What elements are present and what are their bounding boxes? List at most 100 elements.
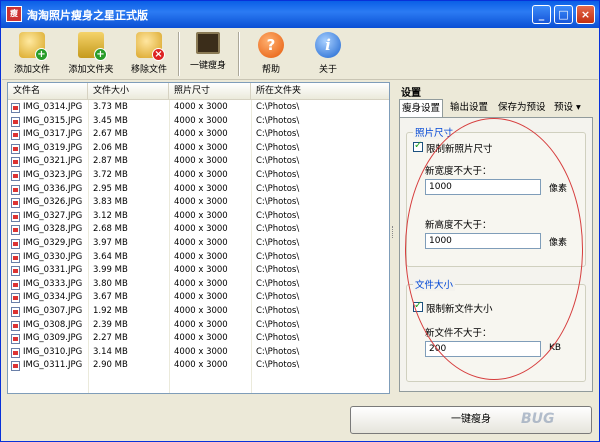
table-row[interactable]: IMG_0319.JPG 2.06 MB 4000 x 3000 C:\Photos\ [8, 142, 389, 156]
add-file-button[interactable]: + 添加文件 [10, 32, 54, 78]
table-row[interactable]: IMG_0308.JPG 2.39 MB 4000 x 3000 C:\Photos\ [8, 319, 389, 333]
height-label: 新高度不大于： [425, 220, 492, 231]
toolbar: + 添加文件 + 添加文件夹 × 移除文件 一键瘦身 ? 帮助 i 关于 [2, 28, 598, 80]
remove-file-button[interactable]: × 移除文件 [127, 32, 171, 78]
app-logo-icon: 瘦 [6, 6, 22, 22]
file-size-cell: 3.99 MB [93, 265, 128, 276]
tab-output-settings[interactable]: 输出设置 [448, 99, 490, 117]
file-name-cell: IMG_0326.JPG [23, 197, 83, 208]
limit-photo-size-label[interactable]: 限制新照片尺寸 [426, 141, 493, 155]
add-file-label: 添加文件 [13, 65, 50, 75]
table-row[interactable]: IMG_0329.JPG 3.97 MB 4000 x 3000 C:\Photos\ [8, 237, 389, 251]
file-size-unit: KB [549, 343, 562, 353]
file-name-cell: IMG_0319.JPG [23, 142, 83, 153]
folder-cell: C:\Photos\ [256, 197, 300, 208]
slim-icon [196, 32, 220, 54]
slim-button[interactable]: 一键瘦身 [186, 32, 230, 78]
file-name-cell: IMG_0314.JPG [23, 102, 83, 112]
photo-dimensions-cell: 4000 x 3000 [174, 319, 228, 330]
file-list[interactable]: 文件名 文件大小 照片尺寸 所在文件夹 IMG_0314.JPG 3.73 MB 4… [7, 82, 390, 394]
maximize-button[interactable]: □ [554, 5, 573, 24]
column-header-dimensions[interactable]: 照片尺寸 [169, 83, 251, 100]
column-header-name[interactable]: 文件名 [8, 83, 88, 100]
folder-cell: C:\Photos\ [256, 278, 300, 289]
table-row[interactable]: IMG_0307.JPG 1.92 MB 4000 x 3000 C:\Photos\ [8, 305, 389, 319]
table-row[interactable]: IMG_0314.JPG 3.73 MB 4000 x 3000 C:\Photos\ [8, 101, 389, 115]
about-button[interactable]: i 关于 [311, 32, 345, 78]
photo-dimensions-cell: 4000 x 3000 [174, 360, 228, 371]
jpg-file-icon [11, 334, 20, 345]
table-row[interactable]: IMG_0330.JPG 3.64 MB 4000 x 3000 C:\Photos\ [8, 251, 389, 265]
table-row[interactable]: IMG_0321.JPG 2.87 MB 4000 x 3000 C:\Photos\ [8, 155, 389, 169]
photo-dimensions-cell: 4000 x 3000 [174, 346, 228, 357]
file-size-cell: 3.67 MB [93, 292, 128, 303]
table-row[interactable]: IMG_0323.JPG 3.72 MB 4000 x 3000 C:\Photos\ [8, 169, 389, 183]
jpg-file-icon [11, 130, 20, 141]
column-header-size[interactable]: 文件大小 [88, 83, 169, 100]
folder-cell: C:\Photos\ [256, 265, 300, 276]
photo-dimensions-cell: 4000 x 3000 [174, 197, 228, 208]
file-size-cell: 2.68 MB [93, 224, 128, 235]
table-row[interactable]: IMG_0317.JPG 2.67 MB 4000 x 3000 C:\Photos\ [8, 128, 389, 142]
photo-dimensions-cell: 4000 x 3000 [174, 156, 228, 167]
folder-cell: C:\Photos\ [256, 156, 300, 167]
settings-title: 设置 [401, 88, 421, 99]
help-icon: ? [258, 32, 284, 58]
folder-cell: C:\Photos\ [256, 238, 300, 248]
minimize-button[interactable]: _ [532, 5, 551, 24]
folder-cell: C:\Photos\ [256, 306, 300, 316]
file-size-cell: 2.06 MB [93, 142, 128, 153]
table-row[interactable]: IMG_0334.JPG 3.67 MB 4000 x 3000 C:\Photos\ [8, 291, 389, 305]
file-name-cell: IMG_0311.JPG [23, 360, 83, 371]
file-size-cell: 3.83 MB [93, 197, 128, 208]
table-row[interactable]: IMG_0331.JPG 3.99 MB 4000 x 3000 C:\Photos\ [8, 264, 389, 278]
file-size-input[interactable]: 200 [425, 341, 541, 357]
toolbar-separator [238, 32, 240, 76]
table-row[interactable]: IMG_0326.JPG 3.83 MB 4000 x 3000 C:\Photos\ [8, 196, 389, 210]
folder-cell: C:\Photos\ [256, 251, 300, 262]
jpg-file-icon [11, 157, 20, 168]
table-row[interactable]: IMG_0311.JPG 2.90 MB 4000 x 3000 C:\Photos\ [8, 359, 389, 373]
limit-file-size-checkbox[interactable] [413, 300, 423, 312]
folder-cell: C:\Photos\ [256, 346, 300, 357]
jpg-file-icon [11, 239, 20, 249]
limit-file-size-label[interactable]: 限制新文件大小 [426, 301, 493, 315]
table-row[interactable]: IMG_0309.JPG 2.27 MB 4000 x 3000 C:\Photos\ [8, 332, 389, 346]
column-header-folder[interactable]: 所在文件夹 [251, 83, 389, 100]
title-bar[interactable]: 瘦 淘淘照片瘦身之星正式版 _ □ × [1, 1, 599, 28]
jpg-file-icon [11, 347, 20, 358]
table-row[interactable]: IMG_0315.JPG 3.45 MB 4000 x 3000 C:\Photos\ [8, 115, 389, 129]
jpg-file-icon [11, 116, 20, 127]
remove-file-label: 移除文件 [130, 65, 167, 75]
tab-save-preset[interactable]: 保存为预设 [496, 99, 548, 117]
photo-dimensions-cell: 4000 x 3000 [174, 102, 228, 112]
table-row[interactable]: IMG_0333.JPG 3.80 MB 4000 x 3000 C:\Photos\ [8, 278, 389, 292]
jpg-file-icon [11, 279, 20, 290]
file-name-cell: IMG_0333.JPG [23, 278, 83, 289]
folder-cell: C:\Photos\ [256, 115, 300, 126]
table-row[interactable]: IMG_0310.JPG 3.14 MB 4000 x 3000 C:\Photos\ [8, 346, 389, 360]
tab-presets-dropdown[interactable]: 预设 ▾ [552, 99, 583, 117]
folder-cell: C:\Photos\ [256, 129, 300, 140]
jpg-file-icon [11, 103, 20, 113]
table-row[interactable]: IMG_0327.JPG 3.12 MB 4000 x 3000 C:\Photos\ [8, 210, 389, 224]
table-row[interactable]: IMG_0328.JPG 2.68 MB 4000 x 3000 C:\Photos\ [8, 223, 389, 237]
tab-slim-settings[interactable]: 瘦身设置 [399, 99, 444, 118]
toolbar-separator [178, 32, 180, 76]
table-row[interactable]: IMG_0336.JPG 2.95 MB 4000 x 3000 C:\Photos\ [8, 183, 389, 197]
add-folder-button[interactable]: + 添加文件夹 [64, 32, 118, 78]
add-folder-label: 添加文件夹 [68, 65, 114, 75]
limit-photo-size-checkbox[interactable] [413, 140, 423, 152]
jpg-file-icon [11, 143, 20, 154]
photo-dimensions-cell: 4000 x 3000 [174, 333, 228, 344]
close-button[interactable]: × [576, 5, 595, 24]
panel-splitter[interactable] [392, 226, 395, 238]
width-input[interactable]: 1000 [425, 179, 541, 195]
photo-dimensions-cell: 4000 x 3000 [174, 306, 228, 316]
photo-dimensions-cell: 4000 x 3000 [174, 115, 228, 126]
height-input[interactable]: 1000 [425, 233, 541, 249]
file-size-cell: 3.97 MB [93, 238, 128, 248]
file-name-cell: IMG_0310.JPG [23, 346, 83, 357]
settings-tabs: 瘦身设置 输出设置 保存为预设 预设 ▾ [399, 99, 593, 118]
help-button[interactable]: ? 帮助 [254, 32, 288, 78]
